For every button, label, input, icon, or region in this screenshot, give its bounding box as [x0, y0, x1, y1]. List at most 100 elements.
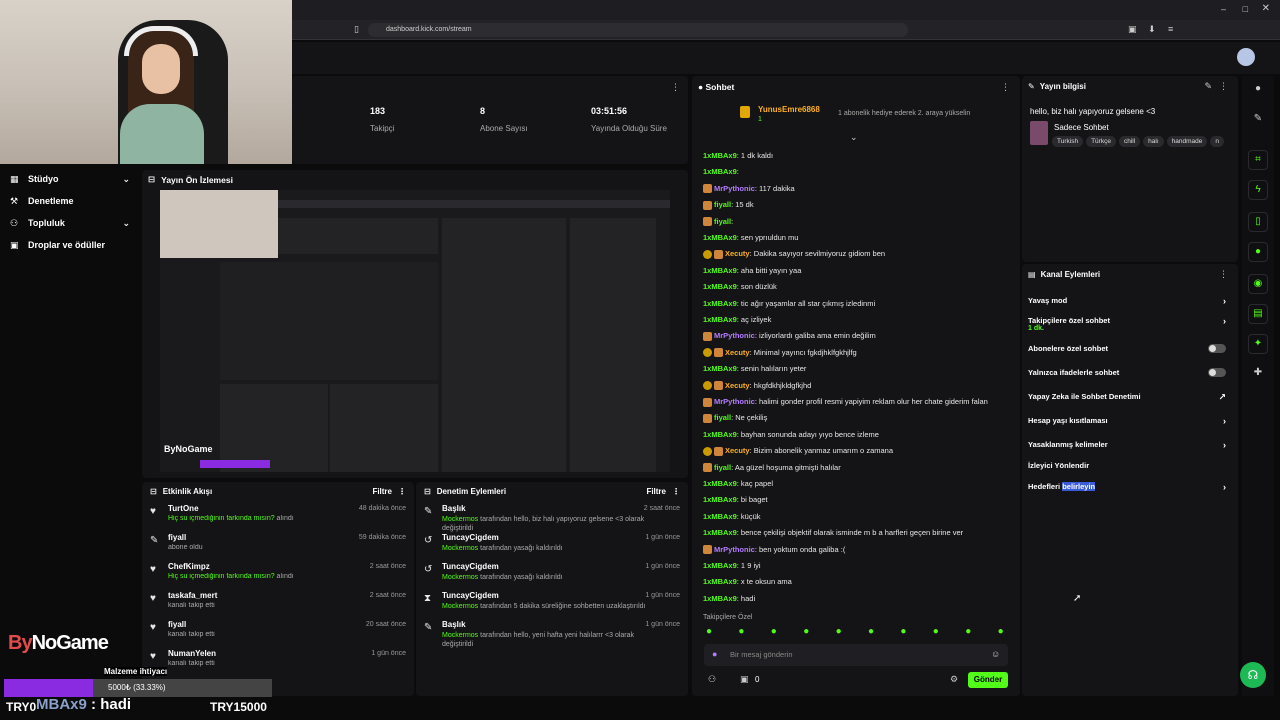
chat-username[interactable]: 1xMBAx9 [703, 266, 737, 275]
chat-username[interactable]: Xecuty [725, 381, 750, 390]
info-icon[interactable]: ● [1248, 80, 1268, 100]
chat-username[interactable]: Xecuty [725, 348, 750, 357]
chat-username[interactable]: 1xMBAx9 [703, 233, 737, 242]
chat-username[interactable]: 1xMBAx9 [703, 430, 737, 439]
edit-icon[interactable]: ✎ [1204, 81, 1212, 92]
moderator-name[interactable]: Mockermos [442, 632, 478, 639]
chat-username[interactable]: 1xMBAx9 [703, 167, 737, 176]
chat-username[interactable]: 1xMBAx9 [703, 594, 737, 603]
more-icon[interactable]: ⋮ [1219, 269, 1228, 280]
more-icon[interactable]: ⋮ [1219, 81, 1228, 92]
emote-icon[interactable]: ● [900, 626, 906, 637]
toggle-switch[interactable] [1208, 368, 1226, 377]
emote-icon[interactable]: ● [965, 626, 971, 637]
tag-chip[interactable]: Türkçe [1086, 136, 1116, 147]
emote-icon[interactable]: ● [738, 626, 744, 637]
moderator-name[interactable]: Mockermos [442, 603, 478, 610]
chat-username[interactable]: 1xMBAx9 [703, 315, 737, 324]
stack-icon[interactable]: ▤ [1248, 304, 1268, 324]
mic-icon[interactable]: ● [712, 649, 717, 659]
bookmark-icon[interactable]: ▯ [354, 24, 359, 35]
download-icon[interactable]: ⬇ [1148, 24, 1156, 35]
filter-button[interactable]: Filtre [372, 487, 392, 496]
url-field[interactable]: dashboard.kick.com/stream [368, 23, 908, 37]
chevron-down-icon[interactable]: ⌄ [850, 132, 858, 143]
puzzle-icon[interactable]: ✚ [1248, 364, 1268, 384]
channel-action-row[interactable]: İzleyici Yönlendir [1028, 461, 1232, 470]
support-headset-button[interactable]: ☊ [1240, 662, 1266, 688]
chat-username[interactable]: MrPythonic [714, 184, 755, 193]
clipboard-icon[interactable]: ▯ [1248, 212, 1268, 232]
stream-preview-video[interactable]: ByNoGame [160, 190, 670, 472]
emote-icon[interactable]: ● [771, 626, 777, 637]
emote-icon[interactable]: ● [706, 626, 712, 637]
chat-username[interactable]: fiyall [714, 463, 731, 472]
chat-username[interactable]: MrPythonic [714, 397, 755, 406]
sidebar-item-moderation[interactable]: ⚒ Denetleme [0, 190, 140, 212]
users-icon[interactable]: ⚇ [708, 674, 716, 685]
emote-icon[interactable]: ● [836, 626, 842, 637]
emote-icon[interactable]: ● [868, 626, 874, 637]
chat-username[interactable]: MrPythonic [714, 545, 755, 554]
tag-chip[interactable]: chill [1118, 136, 1141, 147]
moderator-name[interactable]: Mockermos [442, 516, 478, 523]
crop-icon[interactable]: ⌗ [1248, 150, 1268, 170]
minimize-icon[interactable]: – [1221, 4, 1226, 14]
sidebar-item-drops[interactable]: ▣ Droplar ve ödüller [0, 234, 140, 256]
collapse-icon[interactable]: ⊟ [150, 487, 157, 496]
chat-username[interactable]: 1xMBAx9 [703, 528, 737, 537]
gear-icon[interactable]: ⚙ [950, 674, 958, 685]
chat-username[interactable]: 1xMBAx9 [703, 282, 737, 291]
more-icon[interactable]: ⋮ [1001, 82, 1010, 93]
tag-chip[interactable]: Turkish [1052, 136, 1084, 147]
chat-username[interactable]: 1xMBAx9 [703, 299, 737, 308]
pencil-icon[interactable]: ✎ [1248, 110, 1268, 130]
channel-action-row[interactable]: Hesap yaşı kısıtlaması › [1028, 416, 1232, 426]
emote-icon[interactable]: ● [803, 626, 809, 637]
chat-input[interactable]: Bir mesaj gönderin [704, 644, 1008, 666]
avatar[interactable] [1237, 48, 1255, 66]
chat-username[interactable]: Xecuty [725, 249, 750, 258]
chat-username[interactable]: 1xMBAx9 [703, 151, 737, 160]
channel-action-row[interactable]: Yasaklanmış kelimeler › [1028, 440, 1232, 450]
broadcast-icon[interactable]: ◉ [1248, 274, 1268, 294]
chat-username[interactable]: fiyall [714, 217, 731, 226]
chat-username[interactable]: 1xMBAx9 [703, 561, 737, 570]
send-button[interactable]: Gönder [968, 672, 1008, 688]
channel-action-row[interactable]: Hedefleri belirleyin › [1028, 482, 1232, 492]
bolt-icon[interactable]: ϟ [1248, 180, 1268, 200]
chat-username[interactable]: Xecuty [725, 446, 750, 455]
gift-prompt[interactable]: 1 abonelik hediye ederek 2. araya yüksel… [838, 110, 970, 117]
more-icon[interactable]: ⋮ [398, 487, 406, 496]
moderator-name[interactable]: Mockermos [442, 545, 478, 552]
tag-chip[interactable]: n [1210, 136, 1224, 147]
gift-icon[interactable]: ▣ [740, 674, 749, 685]
maximize-icon[interactable]: □ [1243, 4, 1248, 14]
collapse-icon[interactable]: ⊟ [424, 487, 431, 496]
close-icon[interactable]: ✕ [1262, 3, 1270, 14]
moderator-name[interactable]: Mockermos [442, 574, 478, 581]
channel-action-row[interactable]: Yalnızca ifadelerle sohbet [1028, 368, 1232, 377]
channel-action-row[interactable]: Takipçilere özel sohbet 1 dk. › [1028, 316, 1232, 332]
pinned-user[interactable]: YunusEmre6868 [758, 105, 820, 114]
filter-button[interactable]: Filtre [646, 487, 666, 496]
channel-action-row[interactable]: Yavaş mod › [1028, 296, 1232, 306]
chat-username[interactable]: 1xMBAx9 [703, 364, 737, 373]
channel-action-row[interactable]: Abonelere özel sohbet [1028, 344, 1232, 353]
chat-username[interactable]: 1xMBAx9 [703, 512, 737, 521]
emote-icon[interactable]: ● [998, 626, 1004, 637]
wrench-icon[interactable]: ✦ [1248, 334, 1268, 354]
collapse-icon[interactable]: ⊟ [148, 174, 155, 185]
chat-username[interactable]: 1xMBAx9 [703, 479, 737, 488]
menu-icon[interactable]: ≡ [1168, 24, 1173, 34]
more-icon[interactable]: ⋮ [672, 487, 680, 496]
chat-username[interactable]: fiyall [714, 413, 731, 422]
chat-username[interactable]: 1xMBAx9 [703, 495, 737, 504]
sidebar-item-community[interactable]: ⚇ Topluluk ⌄ [0, 212, 140, 234]
chat-username[interactable]: fiyall [714, 200, 731, 209]
emoji-icon[interactable]: ☺ [991, 649, 1000, 659]
tag-chip[interactable]: halı [1143, 136, 1164, 147]
chat-bubble-icon[interactable]: ● [1248, 242, 1268, 262]
chat-username[interactable]: 1xMBAx9 [703, 577, 737, 586]
toggle-switch[interactable] [1208, 344, 1226, 353]
